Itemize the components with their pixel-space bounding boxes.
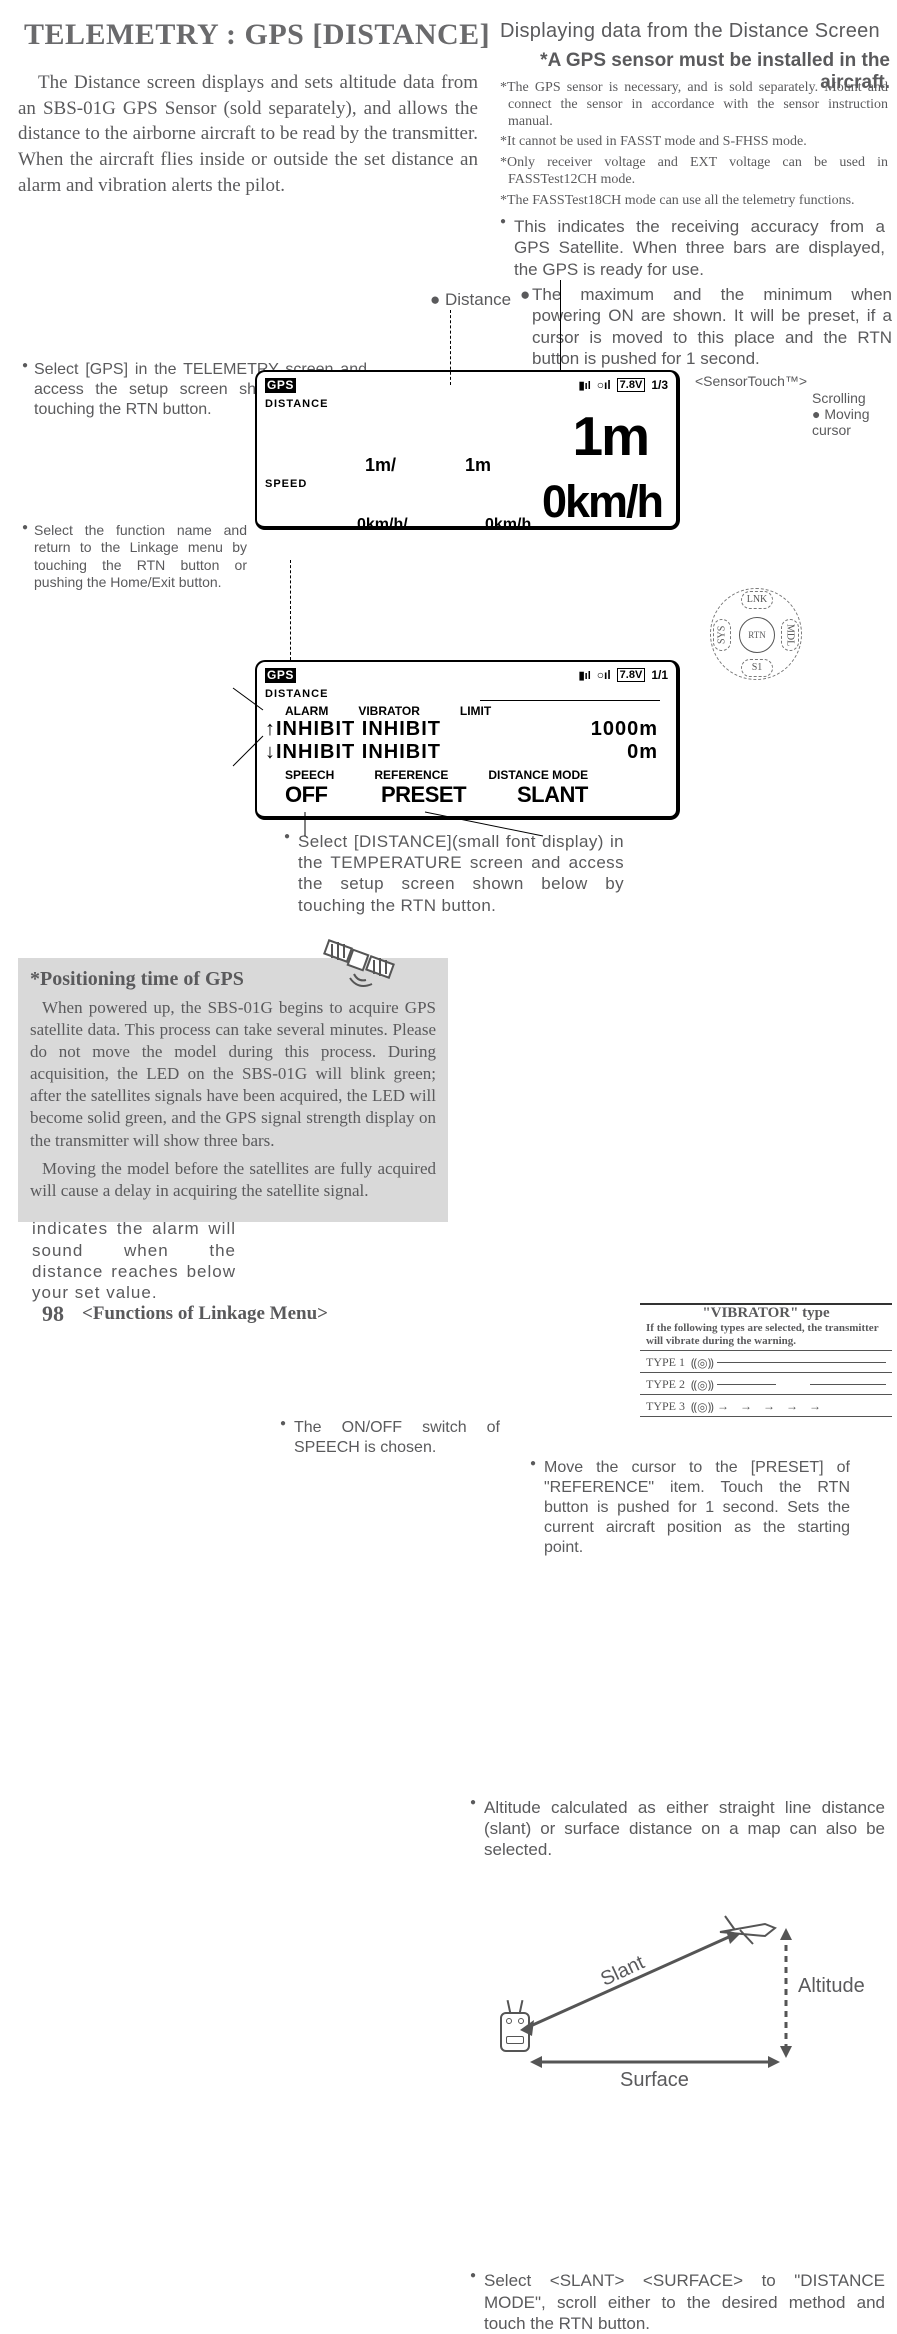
lcd2-speech-lbl: SPEECH <box>285 768 334 782</box>
gps-sat-icon-2: ○ıl <box>597 668 611 682</box>
lcd1-speed-val: 0km/h <box>265 482 668 523</box>
lcd2-col-alarm: ALARM <box>285 704 328 718</box>
vibrator-sub: If the following types are selected, the… <box>640 1322 892 1349</box>
star-note-1: *The GPS sensor is necessary, and is sol… <box>500 80 888 130</box>
lcd2-page: 1/1 <box>651 668 668 682</box>
altitude-label: Altitude <box>798 1975 865 1998</box>
lcd2-up-limit: 1000m <box>469 718 668 741</box>
sensor-touch-scroll: Scrolling <box>812 390 866 406</box>
lcd2-ref-val: PRESET <box>381 782 491 808</box>
lcd2-row-down: ↓INHIBIT INHIBIT <box>265 741 441 764</box>
lcd1-battery: 7.8V <box>617 378 646 392</box>
leader-arrow-icon <box>233 688 268 778</box>
sensortouch-mdl[interactable]: MDL <box>781 619 799 651</box>
lcd2-col-limit: LIMIT <box>460 704 491 718</box>
lcd-screen-2: GPS DISTANCE ▮ıl ○ıl 7.8V 1/1 ALARM VIBR… <box>255 660 680 820</box>
surface-arrow <box>530 2054 780 2070</box>
sensor-touch-cursor: ● Moving cursor <box>812 406 897 438</box>
callout-distance-label: ● Distance <box>430 290 511 310</box>
satellite-icon <box>320 930 400 990</box>
lcd2-ref-lbl: REFERENCE <box>374 768 448 782</box>
vibrator-pulse-arrows: → → → → → <box>717 1399 886 1414</box>
page-title: TELEMETRY : GPS [DISTANCE] <box>24 18 490 52</box>
star-notes: *The GPS sensor is necessary, and is sol… <box>500 80 888 210</box>
vibrate-icon: ⸨◎⸩ <box>691 1354 711 1371</box>
callout-select-fn: Select the function name and return to t… <box>22 522 247 592</box>
leader-arrow-icon <box>300 812 310 836</box>
lcd2-battery: 7.8V <box>617 668 646 682</box>
lcd2-distance-label: DISTANCE <box>265 688 328 700</box>
vibrate-icon: ⸨◎⸩ <box>691 1398 711 1415</box>
slant-diagram: Slant Surface Altitude <box>490 1920 880 2080</box>
lcd1-dist-min: 1m/ <box>365 455 396 476</box>
positioning-p1: When powered up, the SBS-01G begins to a… <box>30 997 436 1152</box>
page-subtitle: Displaying data from the Distance Screen <box>500 20 880 43</box>
lcd2-col-vibr: VIBRATOR <box>358 704 420 718</box>
altitude-arrow <box>778 1928 794 2058</box>
positioning-p2: Moving the model before the satellites a… <box>30 1158 436 1202</box>
star-note-3: *Only receiver voltage and EXT voltage c… <box>500 155 888 189</box>
callout-accuracy: This indicates the receiving accuracy fr… <box>500 216 885 280</box>
signal-icon: ▮ıl <box>579 379 591 392</box>
lcd2-speech-val: OFF <box>285 782 355 808</box>
lcd1-speed-min: 0km/h/ <box>357 516 408 534</box>
star-note-4: *The FASSTest18CH mode can use all the t… <box>500 193 888 210</box>
gps-sat-icon: ○ıl <box>597 378 611 392</box>
intro-paragraph: The Distance screen displays and sets al… <box>18 70 478 198</box>
sensortouch-sys[interactable]: SYS <box>713 619 731 651</box>
vibrator-row-2: TYPE 2 ⸨◎⸩ <box>640 1372 892 1394</box>
callout-maxmin: ● The maximum and the minimum when power… <box>532 284 892 369</box>
sensortouch-lnk[interactable]: LNK <box>741 591 773 609</box>
footer-section: <Functions of Linkage Menu> <box>82 1303 328 1325</box>
sensortouch-rtn[interactable]: RTN <box>739 617 775 653</box>
positioning-box: *Positioning time of GPS When powered up… <box>18 958 448 1222</box>
callout-preset: Move the cursor to the [PRESET] of "REFE… <box>530 1458 850 1558</box>
vibrator-box: "VIBRATOR" type If the following types a… <box>640 1303 892 1416</box>
lcd2-mode-val: SLANT <box>517 782 588 808</box>
signal-icon-2: ▮ıl <box>579 669 591 682</box>
lcd1-distance-label: DISTANCE <box>265 398 328 410</box>
lcd1-dist-max: 1m <box>465 455 491 476</box>
page-number: 98 <box>42 1301 64 1327</box>
lcd2-mode-lbl: DISTANCE MODE <box>488 768 588 782</box>
leader-arrow-icon <box>425 812 545 838</box>
slant-arrow <box>526 1928 756 2038</box>
lcd1-page: 1/3 <box>651 378 668 392</box>
callout-speech: The ON/OFF switch of SPEECH is chosen. <box>280 1418 500 1458</box>
sensor-touch-wheel: RTN LNK S1 SYS MDL <box>710 588 802 680</box>
star-note-2: *It cannot be used in FASST mode and S-F… <box>500 134 888 151</box>
lcd2-row-up: ↑INHIBIT INHIBIT <box>265 718 441 741</box>
surface-label: Surface <box>620 2069 689 2092</box>
sensor-touch-label: <SensorTouch™> <box>695 373 807 389</box>
lcd-screen-1: GPS DISTANCE ▮ıl ○ıl 7.8V 1/3 1m 1m/ 1m … <box>255 370 680 530</box>
sensortouch-s1[interactable]: S1 <box>741 659 773 677</box>
lcd1-gps: GPS <box>265 378 296 393</box>
lcd2-down-limit: 0m <box>469 741 668 764</box>
vibrator-row-1: TYPE 1 ⸨◎⸩ <box>640 1350 892 1372</box>
callout-altitude-mode: Altitude calculated as either straight l… <box>470 1797 885 1861</box>
vibrator-title: "VIBRATOR" type <box>640 1305 892 1322</box>
callout-select-mode: Select <SLANT> <SURFACE> to "DISTANCE MO… <box>470 2270 885 2334</box>
lcd1-speed-max: 0km/h <box>485 516 531 534</box>
vibrate-icon: ⸨◎⸩ <box>691 1376 711 1393</box>
callout-select-distance: Select [DISTANCE](small font display) in… <box>284 831 624 916</box>
lcd2-gps: GPS <box>265 668 296 683</box>
vibrator-row-3: TYPE 3 ⸨◎⸩ → → → → → <box>640 1394 892 1417</box>
